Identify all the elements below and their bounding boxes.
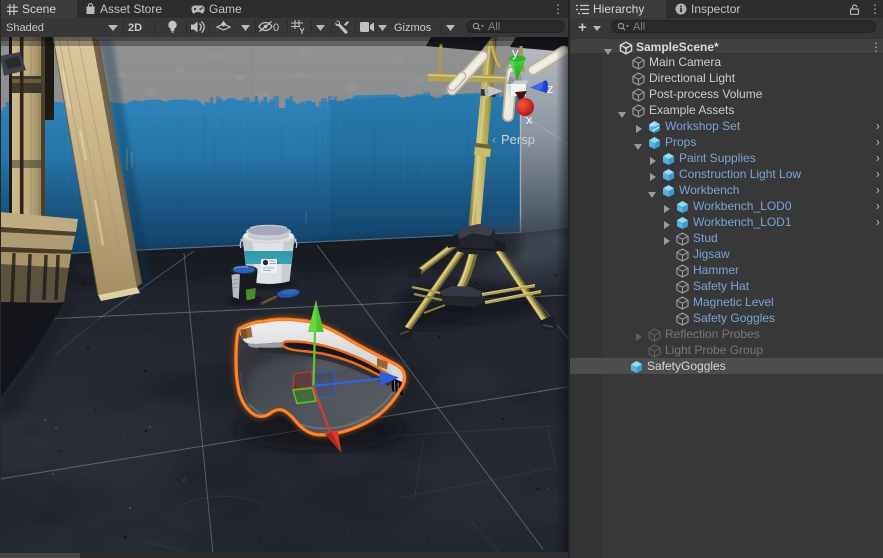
svg-text:x: x: [526, 112, 533, 127]
svg-text:z: z: [547, 81, 554, 96]
svg-text:‹: ‹: [492, 132, 496, 147]
svg-text:y: y: [512, 45, 519, 60]
svg-text:Persp: Persp: [501, 132, 535, 147]
